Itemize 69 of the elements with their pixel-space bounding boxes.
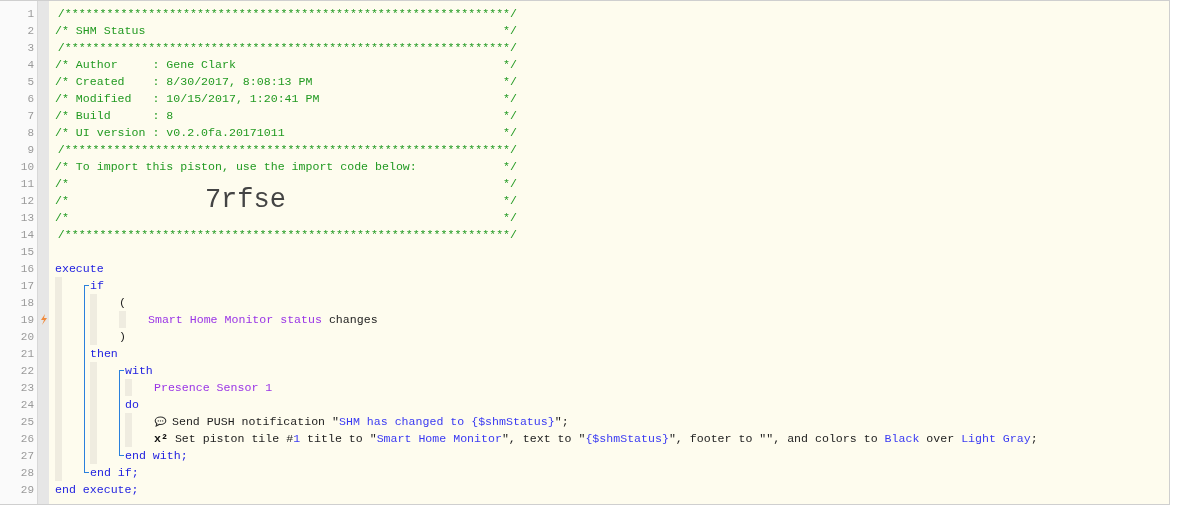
line-number: 4 bbox=[27, 58, 34, 71]
comment-text: /* Author : Gene Clark bbox=[55, 57, 236, 73]
code-line: if bbox=[90, 278, 104, 294]
line-number: 22 bbox=[20, 364, 34, 377]
code-line: x² Set piston tile #1 title to "Smart Home Monitor", text to "{$shmStatus}", footer to "", and colors to Black over Light Gray; bbox=[154, 431, 1038, 447]
comment-text: */ bbox=[503, 159, 517, 175]
comment-text: */ bbox=[503, 74, 517, 90]
line-number: 17 bbox=[20, 279, 34, 292]
code-line: execute bbox=[55, 261, 104, 277]
code-line: Presence Sensor 1 bbox=[154, 380, 273, 396]
code-line: Send PUSH notification "SHM has changed to {$shmStatus}"; bbox=[172, 414, 569, 430]
code-line: with bbox=[125, 363, 153, 379]
line-number: 25 bbox=[20, 415, 34, 428]
comment-text: */ bbox=[503, 210, 517, 226]
comment-text: /****************************************************************/ bbox=[57, 227, 517, 243]
comment-text: */ bbox=[503, 23, 517, 39]
line-number: 10 bbox=[20, 160, 34, 173]
line-number: 24 bbox=[20, 398, 34, 411]
line-number: 15 bbox=[20, 245, 34, 258]
line-number: 5 bbox=[27, 75, 34, 88]
line-number: 19 bbox=[20, 313, 34, 326]
line-number: 1 bbox=[27, 7, 34, 20]
line-number: 29 bbox=[20, 483, 34, 496]
code-line: do bbox=[125, 397, 139, 413]
comment-text: */ bbox=[503, 91, 517, 107]
line-number: 8 bbox=[27, 126, 34, 139]
line-number: 12 bbox=[20, 194, 34, 207]
comment-text: /* bbox=[55, 210, 69, 226]
comment-text: /* bbox=[55, 176, 69, 192]
line-number: 7 bbox=[27, 109, 34, 122]
line-number: 26 bbox=[20, 432, 34, 445]
line-number: 21 bbox=[20, 347, 34, 360]
comment-text: /****************************************************************/ bbox=[57, 142, 517, 158]
code-line: Smart Home Monitor status changes bbox=[148, 312, 378, 328]
comment-text: /* bbox=[55, 193, 69, 209]
line-number: 13 bbox=[20, 211, 34, 224]
line-number: 9 bbox=[27, 143, 34, 156]
comment-text: */ bbox=[503, 57, 517, 73]
line-number: 3 bbox=[27, 41, 34, 54]
line-number: 6 bbox=[27, 92, 34, 105]
speech-bubble-icon bbox=[154, 416, 167, 427]
comment-text: /* Build : 8 bbox=[55, 108, 174, 124]
line-number: 27 bbox=[20, 449, 34, 462]
line-number: 23 bbox=[20, 381, 34, 394]
line-number: 11 bbox=[20, 177, 34, 190]
comment-text: /* Created : 8/30/2017, 8:08:13 PM bbox=[55, 74, 313, 90]
line-number: 20 bbox=[20, 330, 34, 343]
comment-text: /* UI version : v0.2.0fa.20171011 bbox=[55, 125, 285, 141]
code-line: end with; bbox=[125, 448, 188, 464]
comment-text: /****************************************************************/ bbox=[57, 6, 517, 22]
line-number: 14 bbox=[20, 228, 34, 241]
comment-text: /* SHM Status bbox=[55, 23, 146, 39]
comment-text: */ bbox=[503, 176, 517, 192]
code-line: ( bbox=[119, 295, 126, 311]
code-line: end execute; bbox=[55, 482, 139, 498]
line-number: 2 bbox=[27, 24, 34, 37]
comment-text: */ bbox=[503, 125, 517, 141]
comment-text: */ bbox=[503, 193, 517, 209]
line-number: 16 bbox=[20, 262, 34, 275]
code-line: then bbox=[90, 346, 118, 362]
comment-text: /* Modified : 10/15/2017, 1:20:41 PM bbox=[55, 91, 320, 107]
code-line: end if; bbox=[90, 465, 139, 481]
comment-text: */ bbox=[503, 108, 517, 124]
line-number: 28 bbox=[20, 466, 34, 479]
import-code: 7rfse bbox=[204, 185, 286, 217]
line-number: 18 bbox=[20, 296, 34, 309]
comment-text: /* To import this piston, use the import code below: bbox=[55, 159, 417, 175]
code-line: ) bbox=[119, 329, 126, 345]
comment-text: /****************************************************************/ bbox=[57, 40, 517, 56]
